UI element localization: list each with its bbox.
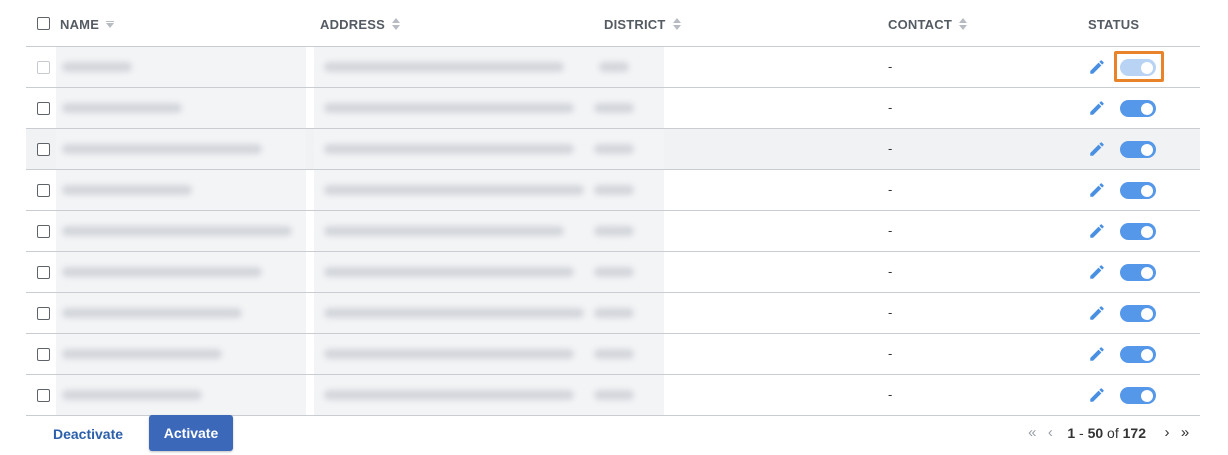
redacted-name [56, 88, 306, 128]
first-page-icon[interactable]: « [1023, 424, 1041, 441]
redacted-address-district [314, 129, 664, 169]
contact-value: - [888, 141, 893, 156]
redacted-name [56, 170, 306, 210]
sort-desc-icon[interactable] [105, 20, 115, 30]
redacted-name [56, 334, 306, 374]
status-toggle[interactable] [1120, 305, 1156, 322]
pencil-icon[interactable] [1088, 386, 1106, 404]
redacted-address-district [314, 88, 664, 128]
table-row: - [26, 88, 1200, 129]
redacted-name [56, 293, 306, 333]
column-contact-label: CONTACT [888, 17, 952, 32]
contact-value: - [888, 100, 893, 115]
pencil-icon[interactable] [1088, 58, 1106, 76]
column-status-label: STATUS [1088, 17, 1140, 32]
contact-value: - [888, 264, 893, 279]
column-district-label: DISTRICT [604, 17, 666, 32]
status-toggle[interactable] [1120, 182, 1156, 199]
activate-button[interactable]: Activate [149, 415, 233, 451]
table-row: - [26, 47, 1200, 88]
column-contact-header[interactable]: CONTACT [888, 17, 967, 32]
table-row: - [26, 170, 1200, 211]
row-checkbox[interactable] [37, 102, 50, 115]
prev-page-icon[interactable]: ‹ [1041, 424, 1059, 441]
of-label: of [1103, 424, 1123, 441]
pencil-icon[interactable] [1088, 263, 1106, 281]
column-district-header[interactable]: DISTRICT [604, 17, 681, 32]
table-row: - [26, 293, 1200, 334]
row-checkbox[interactable] [37, 143, 50, 156]
status-toggle[interactable] [1120, 264, 1156, 281]
locations-table: NAME ADDRESS DISTRICT CONTACT STATUS ---… [26, 0, 1200, 416]
range-start: 1 [1067, 424, 1076, 441]
pencil-icon[interactable] [1088, 181, 1106, 199]
table-footer: Deactivate Activate « ‹ 1 - 50 of 172 › … [0, 408, 1228, 455]
contact-value: - [888, 387, 893, 402]
contact-value: - [888, 59, 893, 74]
table-row: - [26, 129, 1200, 170]
redacted-address-district [314, 293, 664, 333]
sort-icon[interactable] [958, 18, 967, 31]
pencil-icon[interactable] [1088, 140, 1106, 158]
row-checkbox[interactable] [37, 348, 50, 361]
total-count: 172 [1122, 424, 1146, 441]
last-page-icon[interactable]: » [1176, 424, 1194, 441]
redacted-name [56, 47, 306, 87]
status-toggle[interactable] [1120, 387, 1156, 404]
table-header: NAME ADDRESS DISTRICT CONTACT STATUS [26, 0, 1200, 47]
redacted-name [56, 129, 306, 169]
pagination-range: 1 - 50 of 172 [1067, 425, 1146, 441]
redacted-address-district [314, 211, 664, 251]
deactivate-button[interactable]: Deactivate [53, 426, 123, 442]
redacted-name [56, 211, 306, 251]
status-toggle[interactable] [1120, 223, 1156, 240]
row-checkbox[interactable] [37, 307, 50, 320]
sort-icon[interactable] [391, 18, 400, 31]
next-page-icon[interactable]: › [1158, 424, 1176, 441]
row-checkbox[interactable] [37, 61, 50, 74]
row-checkbox[interactable] [37, 389, 50, 402]
status-toggle[interactable] [1120, 100, 1156, 117]
range-separator: - [1075, 424, 1088, 441]
pagination: « ‹ 1 - 50 of 172 › » [1023, 424, 1194, 441]
redacted-address-district [314, 170, 664, 210]
range-end: 50 [1087, 424, 1104, 441]
column-status-header: STATUS [1088, 17, 1139, 32]
table-row: - [26, 252, 1200, 293]
column-name-header[interactable]: NAME [60, 17, 115, 32]
redacted-address-district [314, 252, 664, 292]
status-toggle[interactable] [1120, 141, 1156, 158]
table-row: - [26, 334, 1200, 375]
table-row: - [26, 211, 1200, 252]
pencil-icon[interactable] [1088, 99, 1106, 117]
redacted-address-district [314, 47, 664, 87]
redacted-name [56, 252, 306, 292]
table-body: - - - - - - - - - [26, 47, 1200, 416]
contact-value: - [888, 223, 893, 238]
select-all-checkbox[interactable] [37, 17, 50, 30]
sort-icon[interactable] [672, 18, 681, 31]
column-address-label: ADDRESS [320, 17, 385, 32]
pencil-icon[interactable] [1088, 345, 1106, 363]
row-checkbox[interactable] [37, 184, 50, 197]
column-address-header[interactable]: ADDRESS [320, 17, 400, 32]
highlight-box [1114, 51, 1164, 82]
status-toggle[interactable] [1120, 346, 1156, 363]
row-checkbox[interactable] [37, 225, 50, 238]
contact-value: - [888, 346, 893, 361]
pencil-icon[interactable] [1088, 304, 1106, 322]
row-checkbox[interactable] [37, 266, 50, 279]
redacted-address-district [314, 334, 664, 374]
contact-value: - [888, 182, 893, 197]
contact-value: - [888, 305, 893, 320]
column-name-label: NAME [60, 17, 100, 32]
pencil-icon[interactable] [1088, 222, 1106, 240]
